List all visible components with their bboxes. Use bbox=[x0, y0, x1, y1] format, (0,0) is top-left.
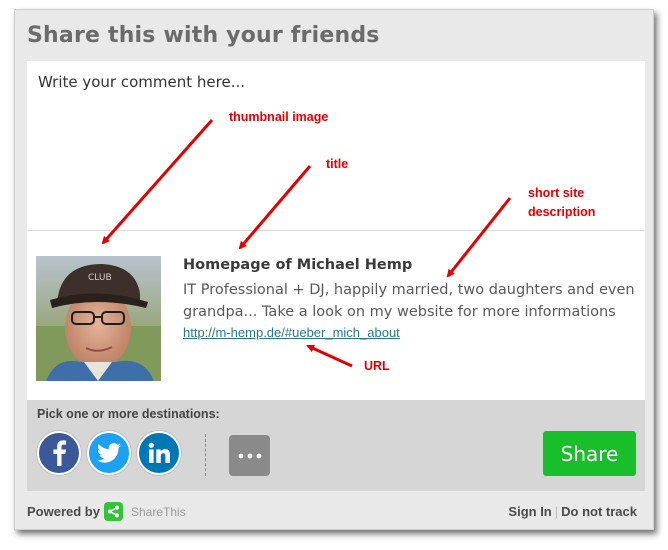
comment-panel: Write your comment here... CLUB Homepage… bbox=[27, 61, 645, 400]
destinations-label: Pick one or more destinations: bbox=[37, 407, 220, 421]
footer-separator: | bbox=[554, 504, 559, 519]
annotation-title: title bbox=[326, 157, 349, 171]
sign-in-link[interactable]: Sign In bbox=[508, 504, 551, 519]
footer-links: Sign In | Do not track bbox=[508, 504, 637, 519]
thumbnail-image: CLUB bbox=[36, 256, 161, 381]
preview-description: IT Professional + DJ, happily married, t… bbox=[183, 282, 635, 320]
comment-input[interactable]: Write your comment here... bbox=[38, 73, 245, 91]
linkedin-button[interactable] bbox=[137, 431, 181, 475]
powered-by-label: Powered by bbox=[27, 504, 100, 519]
preview-url-link[interactable]: http://m-hemp.de/#ueber_mich_about bbox=[183, 325, 400, 340]
dialog-title: Share this with your friends bbox=[27, 23, 380, 48]
annotation-url: URL bbox=[364, 359, 390, 373]
annotation-short-desc-1: short site bbox=[528, 186, 585, 200]
sharethis-logo-icon bbox=[104, 502, 123, 521]
twitter-icon bbox=[97, 443, 121, 463]
do-not-track-link[interactable]: Do not track bbox=[561, 504, 637, 519]
linkedin-icon bbox=[148, 442, 170, 463]
annotation-short-desc-2: description bbox=[528, 205, 596, 219]
facebook-icon bbox=[53, 440, 67, 466]
footer: Powered by ShareThis Sign In | Do not trac… bbox=[27, 491, 645, 531]
share-dialog: Share this with your friends Write your … bbox=[14, 9, 654, 530]
sharethis-brand[interactable]: ShareThis bbox=[131, 505, 186, 519]
portrait-photo-icon: CLUB bbox=[36, 256, 161, 381]
more-destinations-button[interactable] bbox=[229, 435, 270, 476]
twitter-button[interactable] bbox=[87, 431, 131, 475]
divider bbox=[27, 230, 645, 231]
destinations-bar: Pick one or more destinations: Share bbox=[27, 400, 645, 491]
preview-title: Homepage of Michael Hemp bbox=[183, 257, 413, 273]
more-dots-icon bbox=[238, 453, 261, 458]
facebook-button[interactable] bbox=[37, 431, 81, 475]
svg-text:CLUB: CLUB bbox=[88, 273, 112, 283]
annotation-thumbnail: thumbnail image bbox=[229, 110, 329, 124]
share-button[interactable]: Share bbox=[543, 431, 636, 476]
separator bbox=[205, 434, 206, 476]
